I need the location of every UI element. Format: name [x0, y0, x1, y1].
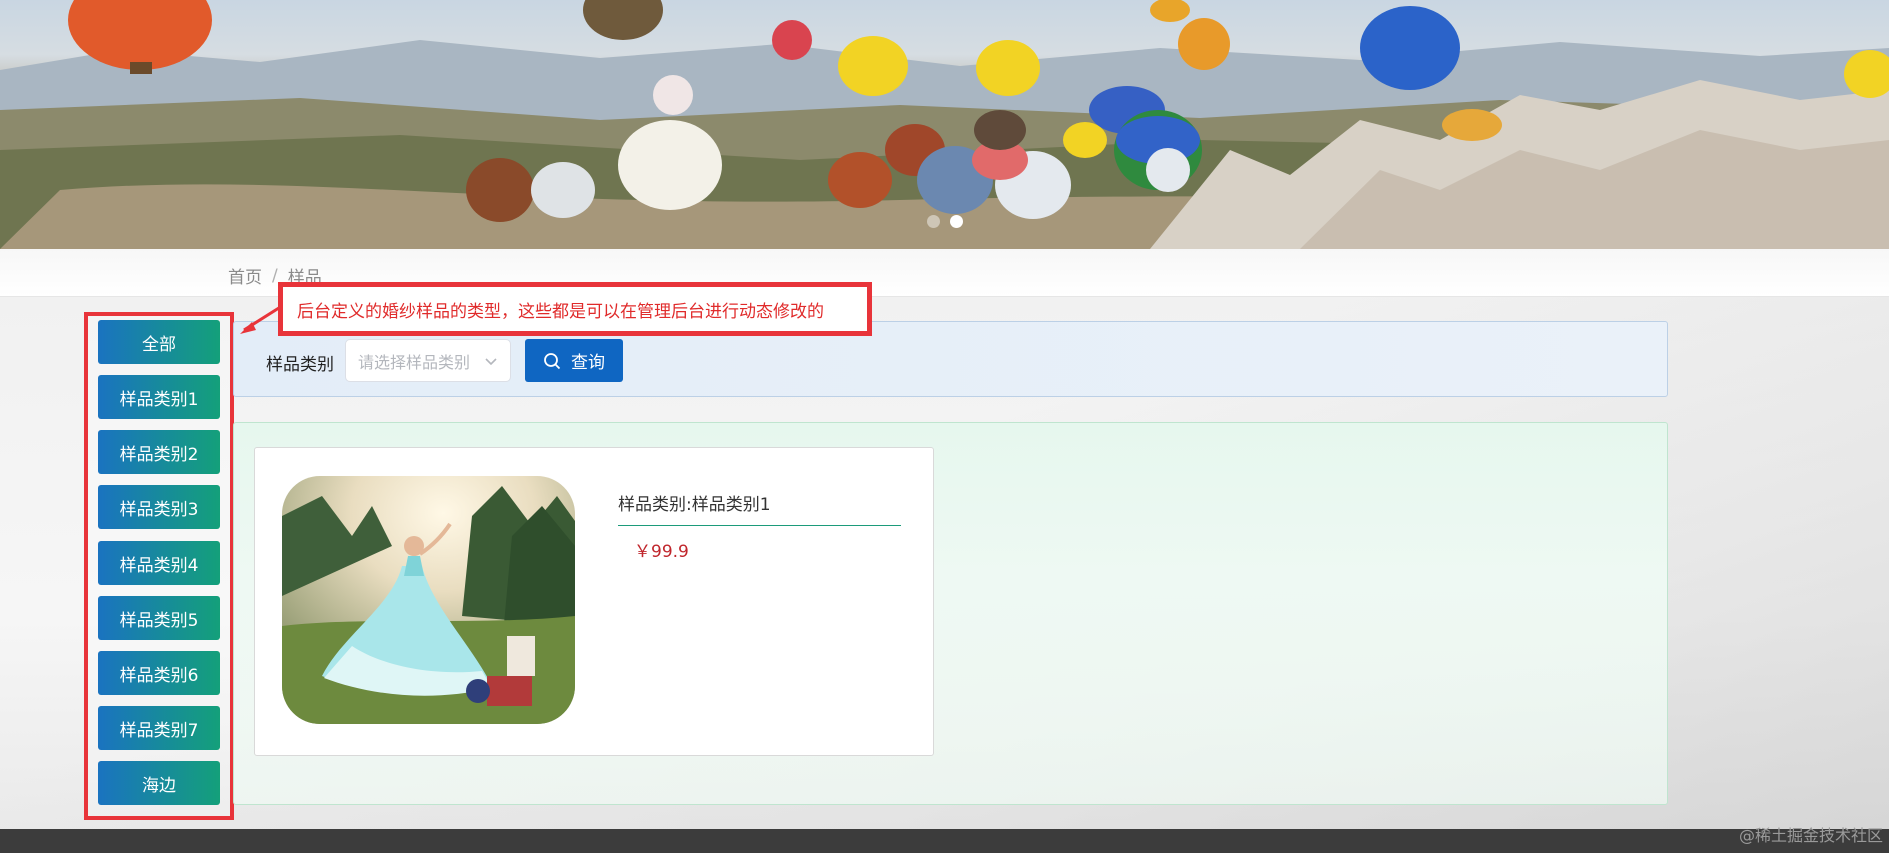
product-price: ￥99.9 [634, 542, 689, 562]
breadcrumb-separator: / [272, 265, 278, 286]
carousel-indicators [0, 215, 1889, 229]
category-sidebar: 全部 样品类别1 样品类别2 样品类别3 样品类别4 样品类别5 样品类别6 样… [84, 312, 234, 820]
footer-bar [0, 829, 1889, 853]
select-placeholder: 请选择样品类别 [358, 352, 471, 372]
wedding-dress-photo [282, 476, 575, 724]
product-category-text: 样品类别:样品类别1 [618, 490, 901, 526]
balloon-landscape-image [0, 0, 1889, 249]
category-6-button[interactable]: 样品类别6 [98, 651, 220, 695]
category-select[interactable]: 请选择样品类别 [345, 339, 511, 382]
query-button-label: 查询 [571, 353, 605, 373]
category-1-button[interactable]: 样品类别1 [98, 375, 220, 419]
category-7-button[interactable]: 样品类别7 [98, 706, 220, 750]
watermark-text: @稀土掘金技术社区 [1738, 826, 1883, 845]
category-seaside-button[interactable]: 海边 [98, 761, 220, 805]
annotation-callout: 后台定义的婚纱样品的类型，这些都是可以在管理后台进行动态修改的 [278, 282, 872, 336]
query-button[interactable]: 查询 [525, 339, 623, 382]
carousel-dot[interactable] [926, 215, 940, 228]
annotation-text: 后台定义的婚纱样品的类型，这些都是可以在管理后台进行动态修改的 [297, 301, 824, 322]
category-all-button[interactable]: 全部 [98, 320, 220, 364]
category-3-button[interactable]: 样品类别3 [98, 485, 220, 529]
carousel-dot-active[interactable] [949, 215, 963, 228]
product-card[interactable]: 样品类别:样品类别1 ￥99.9 [254, 447, 934, 756]
results-panel: 样品类别:样品类别1 ￥99.9 [233, 422, 1668, 805]
category-filter-label: 样品类别 [266, 355, 334, 375]
hero-banner [0, 0, 1889, 249]
category-4-button[interactable]: 样品类别4 [98, 541, 220, 585]
chevron-down-icon [485, 358, 497, 366]
category-5-button[interactable]: 样品类别5 [98, 596, 220, 640]
search-icon [544, 352, 561, 369]
product-image[interactable] [282, 476, 575, 724]
category-2-button[interactable]: 样品类别2 [98, 430, 220, 474]
breadcrumb-home[interactable]: 首页 [228, 263, 262, 288]
